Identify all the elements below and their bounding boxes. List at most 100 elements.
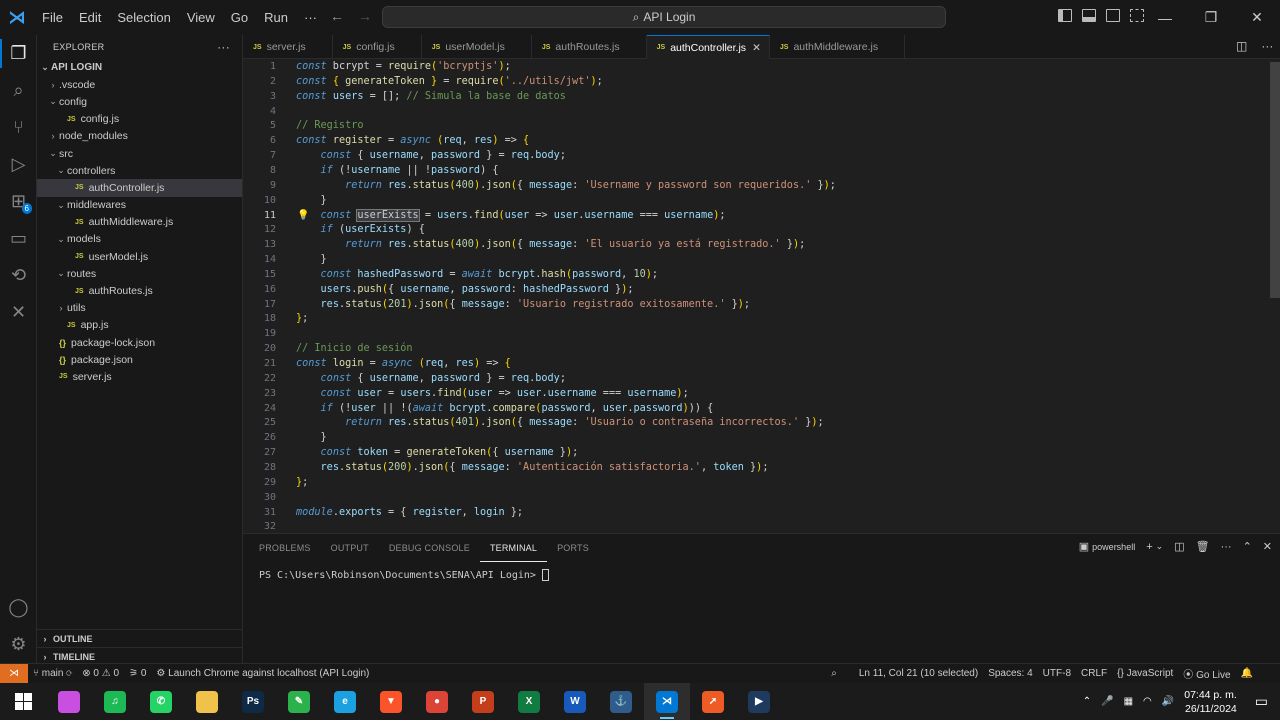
network-icon[interactable]: ▦ bbox=[1124, 696, 1133, 707]
account-icon[interactable]: ◯ bbox=[0, 589, 37, 626]
tree-folder[interactable]: ⌄ models bbox=[37, 231, 242, 248]
tree-folder[interactable]: ⌄ src bbox=[37, 145, 242, 162]
editor-tab[interactable]: JS server.js bbox=[243, 35, 333, 59]
tree-folder[interactable]: › utils bbox=[37, 300, 242, 317]
run-debug-icon[interactable]: ▷ bbox=[0, 146, 37, 183]
photoshop-icon[interactable]: Ps bbox=[230, 683, 276, 720]
tray-overflow-icon[interactable]: ⌃ bbox=[1083, 696, 1091, 707]
tree-folder[interactable]: ⌄ middlewares bbox=[37, 197, 242, 214]
menu-item[interactable]: ··· bbox=[296, 0, 325, 35]
remote-indicator-icon[interactable]: ⋊ bbox=[0, 663, 28, 684]
tree-folder[interactable]: ⌄ routes bbox=[37, 265, 242, 282]
panel-tab[interactable]: DEBUG CONSOLE bbox=[379, 534, 480, 562]
tree-file[interactable]: {} package-lock.json bbox=[37, 334, 242, 351]
code-editor[interactable]: 1 const bcrypt = require('bcryptjs'); 2 con… bbox=[243, 59, 1280, 533]
editor-tab[interactable]: JS authMiddleware.js bbox=[770, 35, 906, 59]
vscode-taskbar-icon[interactable]: ⋊ bbox=[644, 683, 690, 720]
feedly-icon[interactable]: ✎ bbox=[276, 683, 322, 720]
notifications-bell-icon[interactable]: 🔔 bbox=[1236, 668, 1258, 679]
menu-item[interactable]: Edit bbox=[71, 0, 109, 35]
menu-item[interactable]: Go bbox=[223, 0, 256, 35]
restore-icon[interactable]: ❐ bbox=[1188, 0, 1234, 35]
dropdown-icon[interactable]: ⌄ bbox=[1156, 541, 1164, 552]
language-mode[interactable]: {} JavaScript bbox=[1112, 668, 1178, 679]
indentation[interactable]: Spaces: 4 bbox=[983, 668, 1037, 679]
search-icon[interactable]: ⌕ bbox=[0, 72, 37, 109]
spotify-icon[interactable]: ♫ bbox=[92, 683, 138, 720]
wifi-icon[interactable]: ◠ bbox=[1143, 696, 1152, 707]
panel-tab[interactable]: OUTPUT bbox=[321, 534, 379, 562]
source-control-icon[interactable]: ⑂ bbox=[0, 109, 37, 146]
postman-icon[interactable]: ➚ bbox=[690, 683, 736, 720]
brave-icon[interactable]: ▼ bbox=[368, 683, 414, 720]
tree-folder[interactable]: ⌄ controllers bbox=[37, 162, 242, 179]
extensions-icon[interactable]: ⊞ 6 bbox=[0, 183, 37, 220]
zoom-icon[interactable]: ⌕ bbox=[826, 668, 842, 679]
clock[interactable]: 07:44 p. m. 26/11/2024 bbox=[1184, 688, 1237, 716]
tree-file[interactable]: JS userModel.js bbox=[37, 248, 242, 265]
launch-config-item[interactable]: ⚙ Launch Chrome against localhost (API L… bbox=[151, 668, 374, 679]
tree-file[interactable]: JS authController.js bbox=[37, 179, 242, 197]
settings-gear-icon[interactable]: ⚙ bbox=[0, 626, 37, 663]
forward-arrow-icon[interactable]: → bbox=[358, 8, 372, 24]
microphone-icon[interactable]: 🎤 bbox=[1101, 696, 1113, 707]
go-live-button[interactable]: ⦿ Go Live bbox=[1178, 666, 1235, 681]
powerpoint-icon[interactable]: P bbox=[460, 683, 506, 720]
tree-folder[interactable]: ⌄ API LOGIN bbox=[37, 59, 242, 76]
mysql-workbench-icon[interactable]: ⚓ bbox=[598, 683, 644, 720]
kill-terminal-icon[interactable]: 🗑 bbox=[1196, 540, 1210, 553]
panel-tab[interactable]: PORTS bbox=[547, 534, 599, 562]
tree-folder[interactable]: ⌄ config bbox=[37, 93, 242, 110]
split-terminal-icon[interactable]: ◫ bbox=[1174, 540, 1184, 553]
toggle-secondary-sidebar-icon[interactable] bbox=[1106, 9, 1120, 22]
toggle-panel-icon[interactable] bbox=[1082, 9, 1096, 22]
file-explorer-icon[interactable] bbox=[184, 683, 230, 720]
editor-tab[interactable]: JS authController.js ✕ bbox=[646, 35, 770, 59]
command-center-search[interactable]: ⌕ API Login bbox=[382, 6, 946, 28]
minimize-icon[interactable]: — bbox=[1142, 0, 1188, 35]
tree-file[interactable]: {} package.json bbox=[37, 351, 242, 368]
encoding[interactable]: UTF-8 bbox=[1038, 668, 1076, 679]
panel-tab[interactable]: PROBLEMS bbox=[249, 534, 321, 562]
copilot-icon[interactable] bbox=[46, 683, 92, 720]
end-of-line[interactable]: CRLF bbox=[1076, 668, 1112, 679]
outline-section[interactable]: › OUTLINE bbox=[37, 629, 243, 647]
tree-file[interactable]: JS authRoutes.js bbox=[37, 282, 242, 299]
menu-item[interactable]: Run bbox=[256, 0, 296, 35]
new-terminal-icon[interactable]: + bbox=[1146, 541, 1152, 553]
edge-icon[interactable]: e bbox=[322, 683, 368, 720]
tree-file[interactable]: JS app.js bbox=[37, 317, 242, 334]
split-editor-icon[interactable]: ◫ bbox=[1236, 39, 1247, 53]
tree-file[interactable]: JS server.js bbox=[37, 368, 242, 385]
explorer-icon[interactable]: ❐ bbox=[0, 35, 37, 72]
panel-tab[interactable]: TERMINAL bbox=[479, 535, 548, 562]
editor-scrollbar-thumb[interactable] bbox=[1270, 62, 1280, 298]
tree-folder[interactable]: › node_modules bbox=[37, 128, 242, 145]
word-icon[interactable]: W bbox=[552, 683, 598, 720]
shell-name[interactable]: powershell bbox=[1092, 542, 1135, 552]
tree-folder[interactable]: › .vscode bbox=[37, 76, 242, 93]
toggle-primary-sidebar-icon[interactable] bbox=[1058, 9, 1072, 22]
windows-start-icon[interactable] bbox=[0, 683, 46, 720]
editor-tab[interactable]: JS userModel.js bbox=[422, 35, 532, 59]
whatsapp-icon[interactable]: ✆ bbox=[138, 683, 184, 720]
chrome-icon[interactable]: ● bbox=[414, 683, 460, 720]
more-icon[interactable]: ··· bbox=[1221, 541, 1232, 553]
powerautomate-icon[interactable]: ▶ bbox=[736, 683, 782, 720]
terminal-output[interactable]: PS C:\Users\Robinson\Documents\SENA\API … bbox=[259, 569, 549, 581]
excel-icon[interactable]: X bbox=[506, 683, 552, 720]
editor-tab[interactable]: JS config.js bbox=[333, 35, 422, 59]
volume-icon[interactable]: 🔊 bbox=[1162, 696, 1174, 707]
explorer-more-button[interactable]: ··· bbox=[217, 40, 230, 54]
cursor-position[interactable]: Ln 11, Col 21 (10 selected) bbox=[854, 668, 983, 679]
close-window-icon[interactable]: ✕ bbox=[1234, 0, 1280, 35]
testing-icon[interactable]: ⟲ bbox=[0, 257, 37, 294]
notifications-icon[interactable]: ▭ bbox=[1255, 693, 1268, 710]
branch-item[interactable]: ⑂ main ⟳ bbox=[28, 668, 77, 679]
docker-icon[interactable]: ✕ bbox=[0, 294, 37, 331]
remote-explorer-icon[interactable]: ▭ bbox=[0, 220, 37, 257]
tree-file[interactable]: JS config.js bbox=[37, 111, 242, 128]
maximize-panel-icon[interactable]: ⌃ bbox=[1243, 540, 1252, 553]
menu-item[interactable]: File bbox=[34, 0, 71, 35]
ports-item[interactable]: ⚞ 0 bbox=[124, 668, 151, 679]
